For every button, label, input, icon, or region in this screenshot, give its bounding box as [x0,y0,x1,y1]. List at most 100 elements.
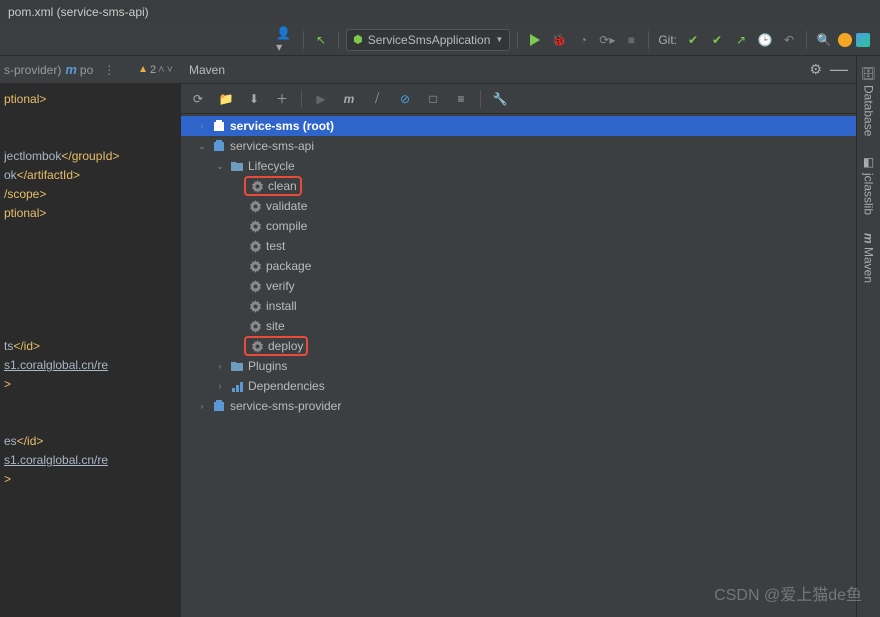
maven-toolbar: ⟳ 📁 ⬇ ＋ ▶ m ⧸ ⊘ □ ≡ 🔧 [181,84,856,114]
maven-tree[interactable]: › service-sms (root) ⌄ service-sms-api ⌄Life… [181,114,856,617]
tree-node-label: install [266,299,297,313]
tree-node-site[interactable]: site [181,316,856,336]
tree-node-label: test [266,239,285,253]
execute-goal-icon[interactable]: m [340,90,358,108]
show-deps-icon[interactable]: □ [424,90,442,108]
tree-node-test[interactable]: test [181,236,856,256]
tree-node-label: compile [266,219,307,233]
dropdown-arrow-icon: ▼ [495,35,503,44]
tree-node-label: Plugins [248,359,287,373]
separator [517,31,518,49]
run-icon[interactable] [525,30,545,50]
maven-title: Maven [189,63,809,77]
expander-icon[interactable]: › [196,401,208,411]
coverage-icon[interactable]: ◔ [573,30,593,50]
download-icon[interactable]: ⬇ [245,90,263,108]
gear-icon [247,318,263,334]
module-icon [211,118,227,134]
tree-node-package[interactable]: package [181,256,856,276]
maven-header: Maven ⚙ — [181,56,856,84]
tree-node-verify[interactable]: verify [181,276,856,296]
separator [480,90,481,108]
tree-node-compile[interactable]: compile [181,216,856,236]
expander-icon[interactable]: › [214,381,226,391]
maven-settings-icon[interactable]: 🔧 [491,90,509,108]
separator [303,31,304,49]
separator [648,31,649,49]
editor-tabs: s-provider) mpo ⋮ ▲ 2 ˄ ˅ [0,56,181,84]
main-toolbar: 👤▾ ↖ ⬢ ServiceSmsApplication ▼ 🐞 ◔ ⟳▸ ■ … [0,24,880,56]
add-icon[interactable]: ＋ [273,90,291,108]
sidebar-tab-jclasslib[interactable]: ◧jclasslib [860,149,878,221]
tree-node-service-sms-root[interactable]: › service-sms (root) [181,116,856,136]
highlight-annotation: deploy [244,336,308,356]
history-icon[interactable]: 🕒 [755,30,775,50]
stop-icon[interactable]: ■ [621,30,641,50]
editor-panel: s-provider) mpo ⋮ ▲ 2 ˄ ˅ ptional> jectl… [0,56,181,617]
separator [338,31,339,49]
editor-tab[interactable]: s-provider) [4,63,61,77]
chevron-up-icon[interactable]: ˄ [158,64,164,76]
tree-node-label: clean [268,179,297,193]
tree-node-label: service-sms-api [230,139,314,153]
git-commit-icon[interactable]: ✔ [707,30,727,50]
expander-icon[interactable]: › [196,121,208,131]
sidebar-tab-database[interactable]: 🗄Database [860,60,878,143]
toolbox-icon[interactable] [856,33,870,47]
tree-node-plugins[interactable]: › Plugins [181,356,856,376]
gear-icon [247,218,263,234]
profile-icon[interactable]: ⟳▸ [597,30,617,50]
git-push-icon[interactable]: ↗ [731,30,751,50]
sidebar-tab-maven[interactable]: mMaven [860,227,878,290]
tree-node-deploy[interactable]: deploy [181,336,856,356]
warning-count: 2 [150,64,156,76]
module-icon [211,398,227,414]
gear-icon [247,298,263,314]
gear-icon [247,258,263,274]
expander-icon[interactable]: ⌄ [214,161,226,172]
minimize-icon[interactable]: — [830,59,848,80]
ide-updates-icon[interactable] [838,33,852,47]
git-update-icon[interactable]: ✔ [683,30,703,50]
expander-icon[interactable]: ⌄ [196,141,208,152]
maven-file-icon: m [65,62,77,77]
folder-icon [229,358,245,374]
debug-icon[interactable]: 🐞 [549,30,569,50]
tree-node-lifecycle[interactable]: ⌄Lifecycle [181,156,856,176]
tree-node-dependencies[interactable]: ›Dependencies [181,376,856,396]
reload-icon[interactable]: ⟳ [189,90,207,108]
collapse-all-icon[interactable]: ≡ [452,90,470,108]
window-title: pom.xml (service-sms-api) [0,0,880,24]
tree-node-label: service-sms (root) [230,119,334,133]
search-icon[interactable]: 🔍 [814,30,834,50]
tree-node-label: verify [266,279,295,293]
window-title-text: pom.xml (service-sms-api) [8,5,149,19]
generate-sources-icon[interactable]: 📁 [217,90,235,108]
toggle-offline-icon[interactable]: ⧸ [368,90,386,108]
problems-widget[interactable]: ▲ 2 ˄ ˅ [138,64,177,76]
tree-node-validate[interactable]: validate [181,196,856,216]
tab-overflow-icon[interactable]: ⋮ [103,63,115,77]
maven-panel: Maven ⚙ — ⟳ 📁 ⬇ ＋ ▶ m ⧸ ⊘ □ ≡ 🔧 ›service… [181,56,856,617]
run-configuration-selector[interactable]: ⬢ ServiceSmsApplication ▼ [346,29,510,51]
gear-icon [247,238,263,254]
rollback-icon[interactable]: ↶ [779,30,799,50]
gear-icon [249,178,265,194]
editor-tab[interactable]: mpo [65,62,93,77]
maven-icon: m [862,233,876,244]
tree-node-install[interactable]: install [181,296,856,316]
gear-icon [249,338,265,354]
tree-node-service-sms-api[interactable]: ⌄ service-sms-api [181,136,856,156]
expander-icon[interactable]: › [214,361,226,371]
tree-node-service-sms-provider[interactable]: ›service-sms-provider [181,396,856,416]
folder-icon [229,158,245,174]
tree-node-clean[interactable]: clean [181,176,856,196]
user-icon[interactable]: 👤▾ [276,30,296,50]
tree-node-label: site [266,319,285,333]
editor-body[interactable]: ptional> jectlombok</groupId>ok</artifac… [0,84,181,617]
settings-icon[interactable]: ⚙ [809,61,822,78]
toggle-skip-tests-icon[interactable]: ⊘ [396,90,414,108]
run-maven-icon[interactable]: ▶ [312,90,330,108]
chevron-down-icon[interactable]: ˅ [167,64,173,76]
hammer-icon[interactable]: ↖ [311,30,331,50]
